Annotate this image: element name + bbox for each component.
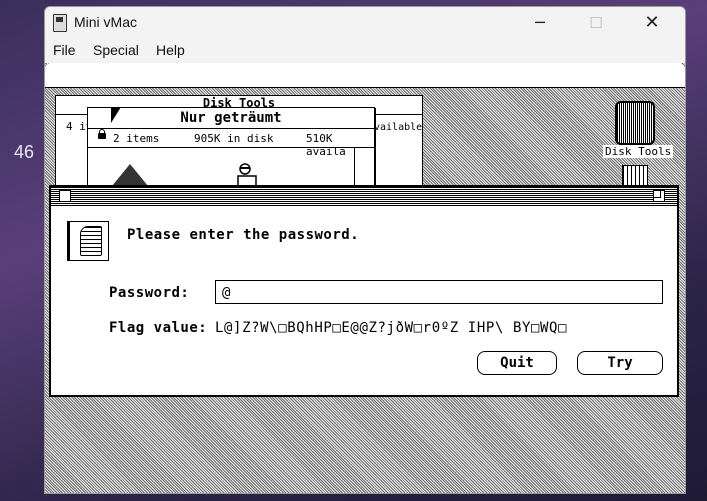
lock-icon (98, 129, 106, 139)
window-titlebar[interactable]: Nur geträumt (88, 108, 374, 129)
folder-pile-icon[interactable] (112, 164, 148, 186)
password-label: Password: (109, 285, 190, 301)
quit-button[interactable]: Quit (477, 351, 557, 375)
mini-vmac-window: Mini vMac ─ ☐ ✕ File Special Help Disk T… (44, 6, 686, 494)
desktop-side-number: 46 (14, 142, 35, 162)
maximize-button[interactable]: ☐ (573, 7, 619, 39)
password-dialog: Please enter the password. Password: @ F… (49, 185, 679, 397)
flag-label: Flag value: (109, 320, 208, 336)
dialog-zoom-box[interactable] (653, 190, 665, 202)
items-count: 2 items (113, 132, 160, 145)
disk-tools-status-right: vailable (374, 122, 423, 133)
password-input[interactable]: @ (215, 280, 663, 304)
disk-icon-label[interactable]: Disk Tools (603, 145, 674, 158)
menu-file[interactable]: File (53, 42, 76, 58)
menu-bar: File Special Help (45, 39, 685, 63)
emulated-screen[interactable]: Disk Tools 4 it vailable Nur geträumt 2 … (45, 63, 685, 493)
title-bar[interactable]: Mini vMac ─ ☐ ✕ (45, 7, 685, 39)
disk-used: 905K in disk (194, 132, 274, 145)
dialog-titlebar[interactable] (51, 187, 677, 206)
document-icon (67, 221, 109, 261)
mac-menu-bar[interactable] (45, 63, 685, 88)
close-button[interactable]: ✕ (629, 7, 675, 39)
window-title: Mini vMac (74, 14, 138, 30)
arrow-cursor-icon (111, 107, 121, 123)
disk-icon[interactable] (615, 101, 655, 145)
minimize-button[interactable]: ─ (517, 7, 563, 39)
menu-help[interactable]: Help (156, 42, 185, 58)
dialog-close-box[interactable] (59, 190, 71, 202)
dialog-prompt: Please enter the password. (127, 227, 360, 243)
try-button[interactable]: Try (577, 351, 663, 375)
flag-value: L@]Z?W\□BQhHP□E@@Z?jðW□r0ºZ IHP\ BY□WQ□ (215, 320, 568, 336)
mac-app-icon (53, 14, 67, 32)
nur-getraumt-title: Nur geträumt (180, 110, 282, 126)
menu-special[interactable]: Special (93, 42, 139, 58)
window-info-bar: 2 items 905K in disk 510K availa (88, 129, 374, 158)
